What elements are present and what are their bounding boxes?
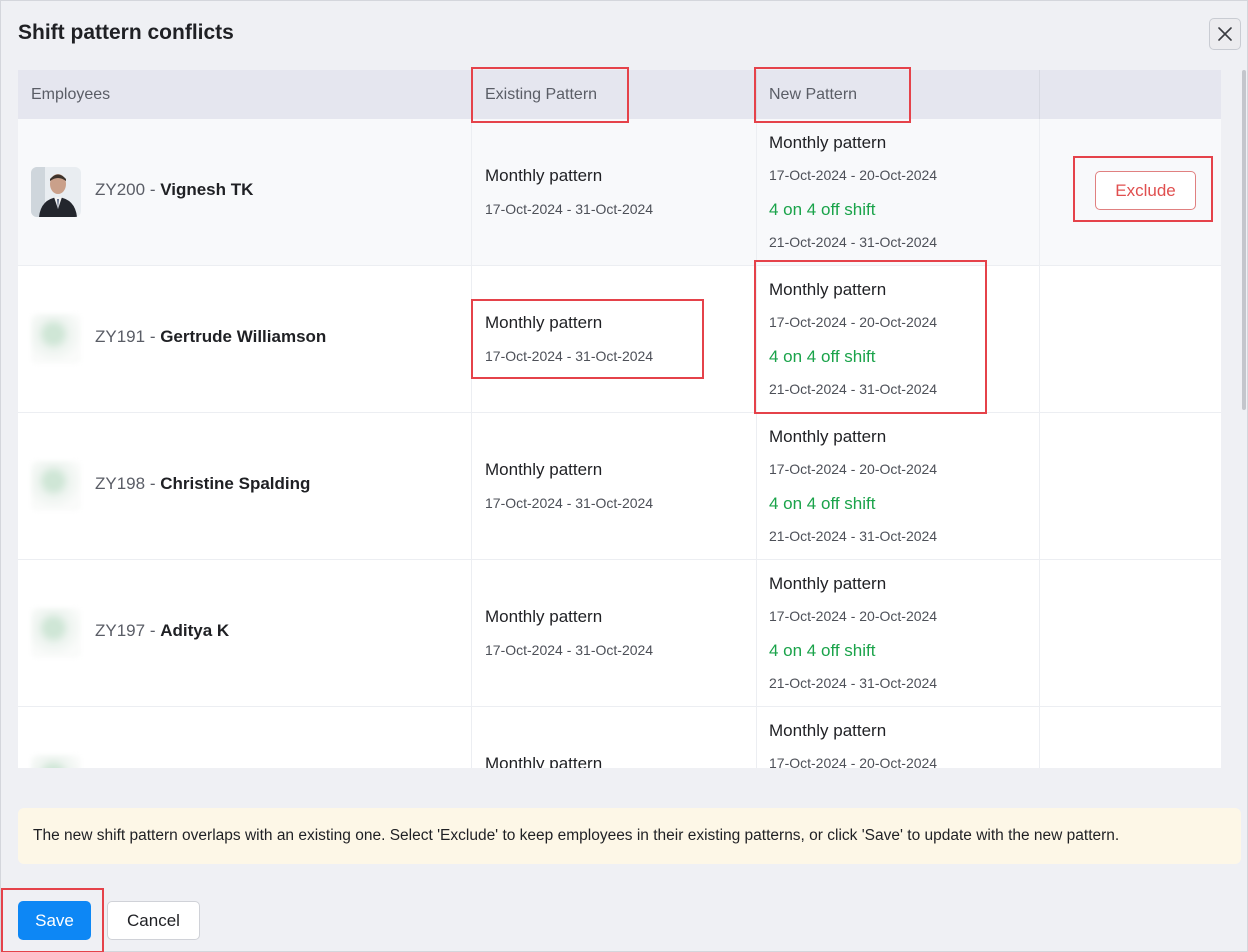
employee-id: ZY197 <box>95 621 146 640</box>
column-divider <box>756 707 757 768</box>
new-shift-name: 4 on 4 off shift <box>769 347 876 366</box>
employee-label: ZY197 - Aditya K <box>95 621 229 641</box>
column-divider <box>1039 707 1040 768</box>
new-shift-dates: 21-Oct-2024 - 31-Oct-2024 <box>769 675 938 691</box>
dialog-title: Shift pattern conflicts <box>18 21 234 44</box>
existing-pattern-dates: 17-Oct-2024 - 31-Oct-2024 <box>485 348 654 364</box>
new-pattern-dates: 17-Oct-2024 - 20-Oct-2024 <box>769 755 938 768</box>
close-button[interactable] <box>1209 18 1241 50</box>
conflicts-table: Employees Existing Pattern New Pattern Z… <box>18 70 1221 768</box>
existing-pattern-name: Monthly pattern <box>485 166 603 185</box>
header-employees: Employees <box>31 86 111 103</box>
column-divider <box>1039 266 1040 412</box>
table-row: ZY197 - Aditya K Monthly pattern 17-Oct-… <box>18 560 1221 707</box>
employee-label: ZY191 - Gertrude Williamson <box>95 327 326 347</box>
existing-pattern-name: Monthly pattern <box>485 754 603 768</box>
avatar <box>31 461 81 511</box>
column-divider <box>1039 413 1040 559</box>
employee-name: Christine Spalding <box>160 474 311 493</box>
employee-label: ZY198 - Christine Spalding <box>95 474 310 494</box>
new-pattern-dates: 17-Oct-2024 - 20-Oct-2024 <box>769 167 938 183</box>
avatar <box>31 167 81 217</box>
employee-sep: - <box>145 180 161 199</box>
existing-pattern-dates: 17-Oct-2024 - 31-Oct-2024 <box>485 642 654 658</box>
existing-pattern-name: Monthly pattern <box>485 607 603 626</box>
employee-id: ZY198 <box>95 474 146 493</box>
existing-pattern-dates: 17-Oct-2024 - 31-Oct-2024 <box>485 201 654 217</box>
employee-sep: - <box>145 474 161 493</box>
new-shift-dates: 21-Oct-2024 - 31-Oct-2024 <box>769 528 938 544</box>
employee-id: ZY191 <box>95 327 146 346</box>
cancel-button[interactable]: Cancel <box>107 901 200 940</box>
avatar <box>31 755 81 768</box>
employee-label: ZY200 - Vignesh TK <box>95 180 253 200</box>
header-divider <box>1039 70 1040 119</box>
header-new-pattern: New Pattern <box>769 86 858 103</box>
column-divider <box>471 707 472 768</box>
column-divider <box>756 560 757 706</box>
shift-conflicts-dialog: Shift pattern conflicts Employees Existi… <box>0 0 1248 952</box>
overlap-notice: The new shift pattern overlaps with an e… <box>18 808 1241 864</box>
column-divider <box>471 413 472 559</box>
exclude-button[interactable]: Exclude <box>1095 171 1196 210</box>
new-shift-name: 4 on 4 off shift <box>769 641 876 660</box>
employee-sep: - <box>145 621 161 640</box>
new-shift-name: 4 on 4 off shift <box>769 200 876 219</box>
employee-name: Gertrude Williamson <box>160 327 327 346</box>
column-divider <box>471 560 472 706</box>
header-divider <box>471 70 472 119</box>
existing-pattern-name: Monthly pattern <box>485 460 603 479</box>
table-scrollbar[interactable] <box>1242 70 1246 410</box>
new-pattern-name: Monthly pattern <box>769 280 887 299</box>
avatar <box>31 314 81 364</box>
new-pattern-name: Monthly pattern <box>769 721 887 740</box>
table-row: ZY191 - Gertrude Williamson Monthly patt… <box>18 266 1221 413</box>
save-button[interactable]: Save <box>18 901 91 940</box>
employee-name: Aditya K <box>160 621 230 640</box>
column-divider <box>756 119 757 265</box>
new-pattern-dates: 17-Oct-2024 - 20-Oct-2024 <box>769 608 938 624</box>
column-divider <box>1039 560 1040 706</box>
header-existing-pattern: Existing Pattern <box>485 86 598 103</box>
existing-pattern-dates: 17-Oct-2024 - 31-Oct-2024 <box>485 495 654 511</box>
table-row: Monthly pattern Monthly pattern 17-Oct-2… <box>18 707 1221 768</box>
column-divider <box>471 119 472 265</box>
employee-id: ZY200 <box>95 180 146 199</box>
new-pattern-name: Monthly pattern <box>769 427 887 446</box>
employee-sep: - <box>145 327 161 346</box>
avatar <box>31 608 81 658</box>
new-shift-dates: 21-Oct-2024 - 31-Oct-2024 <box>769 381 938 397</box>
table-header: Employees Existing Pattern New Pattern <box>18 70 1221 119</box>
new-shift-name: 4 on 4 off shift <box>769 494 876 513</box>
new-pattern-dates: 17-Oct-2024 - 20-Oct-2024 <box>769 314 938 330</box>
close-icon <box>1218 27 1232 41</box>
new-pattern-name: Monthly pattern <box>769 133 887 152</box>
existing-pattern-name: Monthly pattern <box>485 313 603 332</box>
table-row: ZY198 - Christine Spalding Monthly patte… <box>18 413 1221 560</box>
column-divider <box>756 413 757 559</box>
column-divider <box>756 266 757 412</box>
column-divider <box>471 266 472 412</box>
new-shift-dates: 21-Oct-2024 - 31-Oct-2024 <box>769 234 938 250</box>
table-row: ZY200 - Vignesh TK Monthly pattern 17-Oc… <box>18 119 1221 266</box>
new-pattern-name: Monthly pattern <box>769 574 887 593</box>
employee-name: Vignesh TK <box>160 180 254 199</box>
column-divider <box>1039 119 1040 265</box>
header-divider <box>756 70 757 119</box>
new-pattern-dates: 17-Oct-2024 - 20-Oct-2024 <box>769 461 938 477</box>
